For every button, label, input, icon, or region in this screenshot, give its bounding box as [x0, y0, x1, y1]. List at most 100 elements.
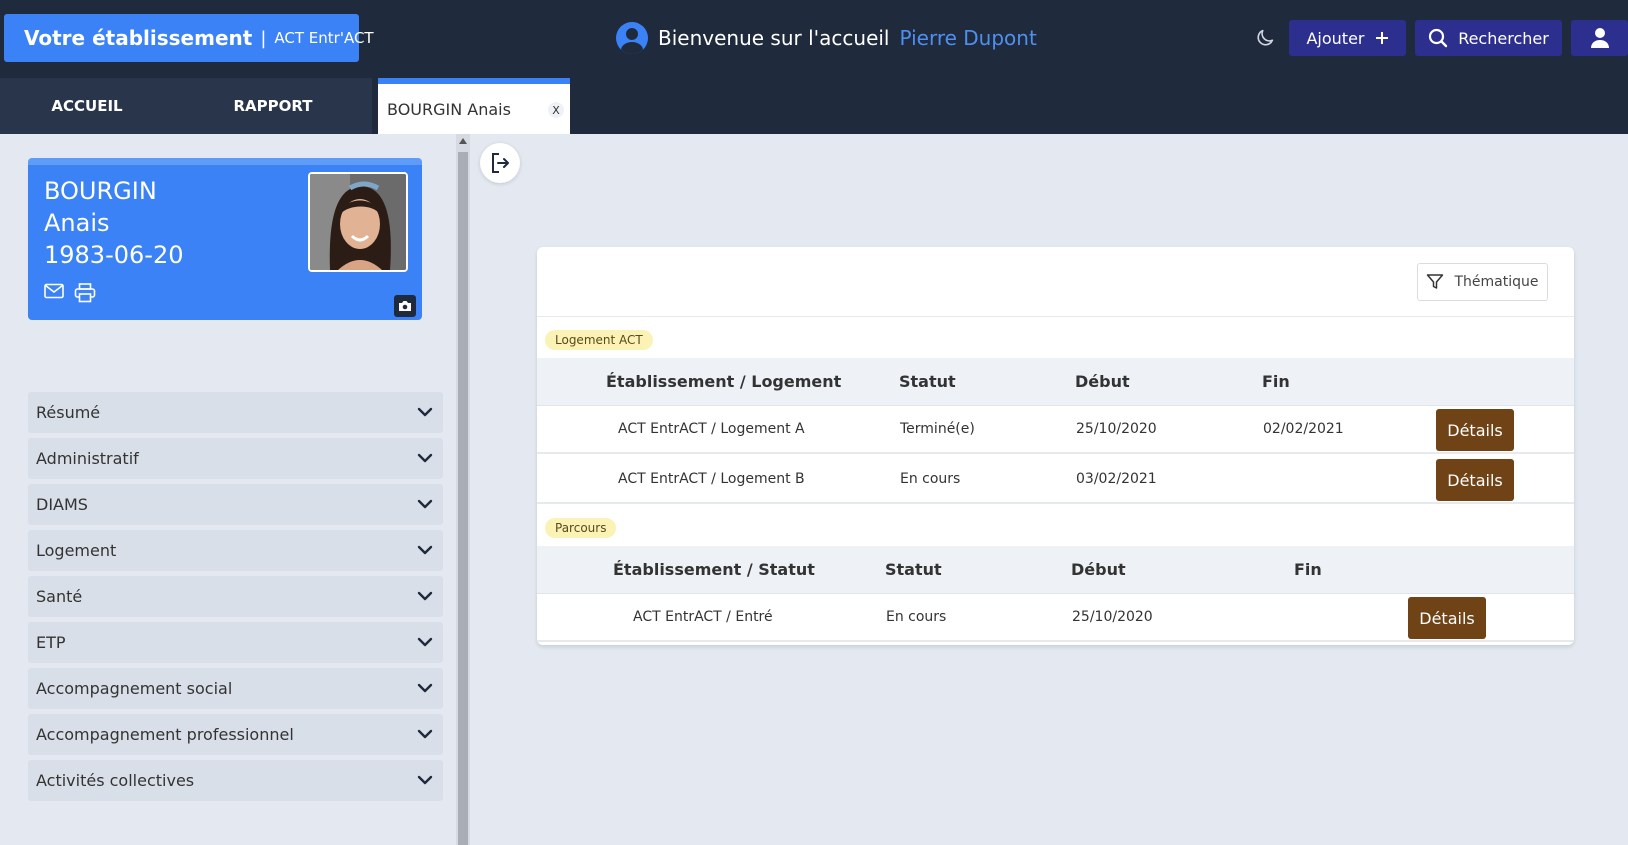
accordion-section-label: Accompagnement social — [36, 679, 233, 698]
cell-statut: En cours — [886, 609, 947, 625]
user-icon — [1590, 28, 1609, 48]
cell-debut: 03/02/2021 — [1076, 471, 1157, 487]
col-statut: Statut — [899, 372, 956, 391]
print-icon[interactable] — [74, 283, 96, 303]
brand-subtitle: ACT Entr'ACT — [274, 29, 374, 47]
chevron-down-icon — [417, 407, 433, 417]
accordion-section-label: Administratif — [36, 449, 139, 468]
table-row: ACT EntrACT / Logement A Terminé(e) 25/1… — [537, 406, 1574, 454]
brand-separator: | — [260, 27, 267, 49]
chevron-down-icon — [417, 545, 433, 555]
patient-photo — [308, 172, 408, 272]
accordion-section[interactable]: DIAMS — [28, 484, 443, 525]
mail-icon[interactable] — [44, 283, 64, 299]
tab-accueil-label: ACCUEIL — [51, 97, 123, 115]
logement-table-header: Établissement / Logement Statut Début Fi… — [537, 358, 1574, 406]
table-row: ACT EntrACT / Logement B En cours 03/02/… — [537, 456, 1574, 504]
accordion-section-label: Santé — [36, 587, 83, 606]
accordion-section[interactable]: Accompagnement professionnel — [28, 714, 443, 755]
toggle-sidebar-button[interactable] — [480, 143, 520, 183]
cell-etablissement: ACT EntrACT / Entré — [633, 609, 773, 625]
scrollbar-thumb[interactable] — [458, 152, 468, 845]
brand-name: Votre établissement — [24, 26, 253, 50]
add-button-label: Ajouter — [1306, 28, 1365, 48]
panel-divider — [537, 316, 1574, 317]
cell-statut: En cours — [900, 471, 961, 487]
col-debut: Début — [1075, 372, 1130, 391]
cell-fin: 02/02/2021 — [1263, 421, 1344, 437]
chevron-down-icon — [417, 591, 433, 601]
cell-debut: 25/10/2020 — [1076, 421, 1157, 437]
accordion-section-label: DIAMS — [36, 495, 88, 514]
col-fin: Fin — [1294, 560, 1322, 579]
search-button[interactable]: Rechercher — [1415, 20, 1562, 56]
add-button[interactable]: Ajouter — [1289, 20, 1406, 56]
accordion-section[interactable]: Santé — [28, 576, 443, 617]
welcome-text: Bienvenue sur l'accueil — [658, 26, 890, 50]
patient-actions — [44, 283, 96, 303]
col-etablissement-logement: Établissement / Logement — [606, 372, 842, 391]
scroll-up-arrow-icon[interactable] — [459, 138, 467, 144]
details-button[interactable]: Détails — [1408, 597, 1486, 639]
camera-icon — [399, 301, 411, 311]
brand-banner[interactable]: Votre établissement | ACT Entr'ACT — [4, 14, 374, 62]
accordion-section[interactable]: Activités collectives — [28, 760, 443, 801]
change-photo-button[interactable] — [394, 295, 416, 317]
tab-patient-label: BOURGIN Anais — [387, 99, 511, 119]
details-button[interactable]: Détails — [1436, 409, 1514, 451]
accordion-section[interactable]: Logement — [28, 530, 443, 571]
accordion-section[interactable]: Administratif — [28, 438, 443, 479]
tab-accueil[interactable]: ACCUEIL — [0, 78, 174, 134]
plus-icon — [1375, 32, 1388, 44]
details-button[interactable]: Détails — [1436, 459, 1514, 501]
accordion-section[interactable]: ETP — [28, 622, 443, 663]
accordion-section-label: ETP — [36, 633, 66, 652]
patient-photo-image — [310, 174, 406, 270]
col-etablissement-statut: Établissement / Statut — [613, 560, 815, 579]
logement-badge: Logement ACT — [545, 330, 653, 350]
table-row: ACT EntrACT / Entré En cours 25/10/2020 … — [537, 594, 1574, 642]
search-icon — [1429, 28, 1448, 48]
filter-icon — [1427, 274, 1444, 289]
welcome-message: Bienvenue sur l'accueil Pierre Dupont — [616, 20, 1037, 56]
search-button-label: Rechercher — [1458, 28, 1549, 48]
patient-birth-date: 1983-06-20 — [44, 241, 184, 269]
tab-rapport[interactable]: RAPPORT — [174, 78, 372, 134]
col-statut: Statut — [885, 560, 942, 579]
accordion-section-label: Résumé — [36, 403, 101, 422]
col-fin: Fin — [1262, 372, 1290, 391]
thematique-filter-button[interactable]: Thématique — [1417, 263, 1548, 301]
chevron-down-icon — [417, 683, 433, 693]
user-circle-icon — [616, 22, 648, 54]
close-tab-button[interactable]: X — [548, 102, 564, 118]
cell-debut: 25/10/2020 — [1072, 609, 1153, 625]
tab-patient[interactable]: BOURGIN Anais X — [378, 78, 570, 134]
parcours-table-header: Établissement / Statut Statut Début Fin — [537, 546, 1574, 594]
parcours-badge: Parcours — [545, 518, 617, 538]
col-debut: Début — [1071, 560, 1126, 579]
tab-rapport-label: RAPPORT — [233, 97, 313, 115]
cell-etablissement: ACT EntrACT / Logement A — [618, 421, 805, 437]
accordion-section[interactable]: Résumé — [28, 392, 443, 433]
chevron-down-icon — [417, 637, 433, 647]
accordion-section-label: Logement — [36, 541, 117, 560]
welcome-user-name: Pierre Dupont — [899, 26, 1037, 50]
chevron-down-icon — [417, 729, 433, 739]
patient-first-name: Anais — [44, 209, 110, 237]
exit-door-icon — [492, 153, 509, 173]
timeline-panel: Thématique Logement ACT Établissement / … — [537, 247, 1574, 645]
accordion-section[interactable]: Accompagnement social — [28, 668, 443, 709]
cell-etablissement: ACT EntrACT / Logement B — [618, 471, 805, 487]
filter-label: Thématique — [1454, 274, 1539, 290]
chevron-down-icon — [417, 499, 433, 509]
chevron-down-icon — [417, 775, 433, 785]
accordion-section-label: Activités collectives — [36, 771, 195, 790]
patient-card: BOURGIN Anais 1983-06-20 — [28, 158, 422, 320]
user-menu-button[interactable] — [1571, 20, 1628, 56]
sidebar-scrollbar[interactable] — [456, 134, 470, 845]
top-header: Votre établissement | ACT Entr'ACT Bienv… — [0, 0, 1628, 134]
chevron-down-icon — [417, 453, 433, 463]
accordion-section-label: Accompagnement professionnel — [36, 725, 294, 744]
moon-icon[interactable] — [1254, 27, 1276, 49]
patient-last-name: BOURGIN — [44, 177, 157, 205]
